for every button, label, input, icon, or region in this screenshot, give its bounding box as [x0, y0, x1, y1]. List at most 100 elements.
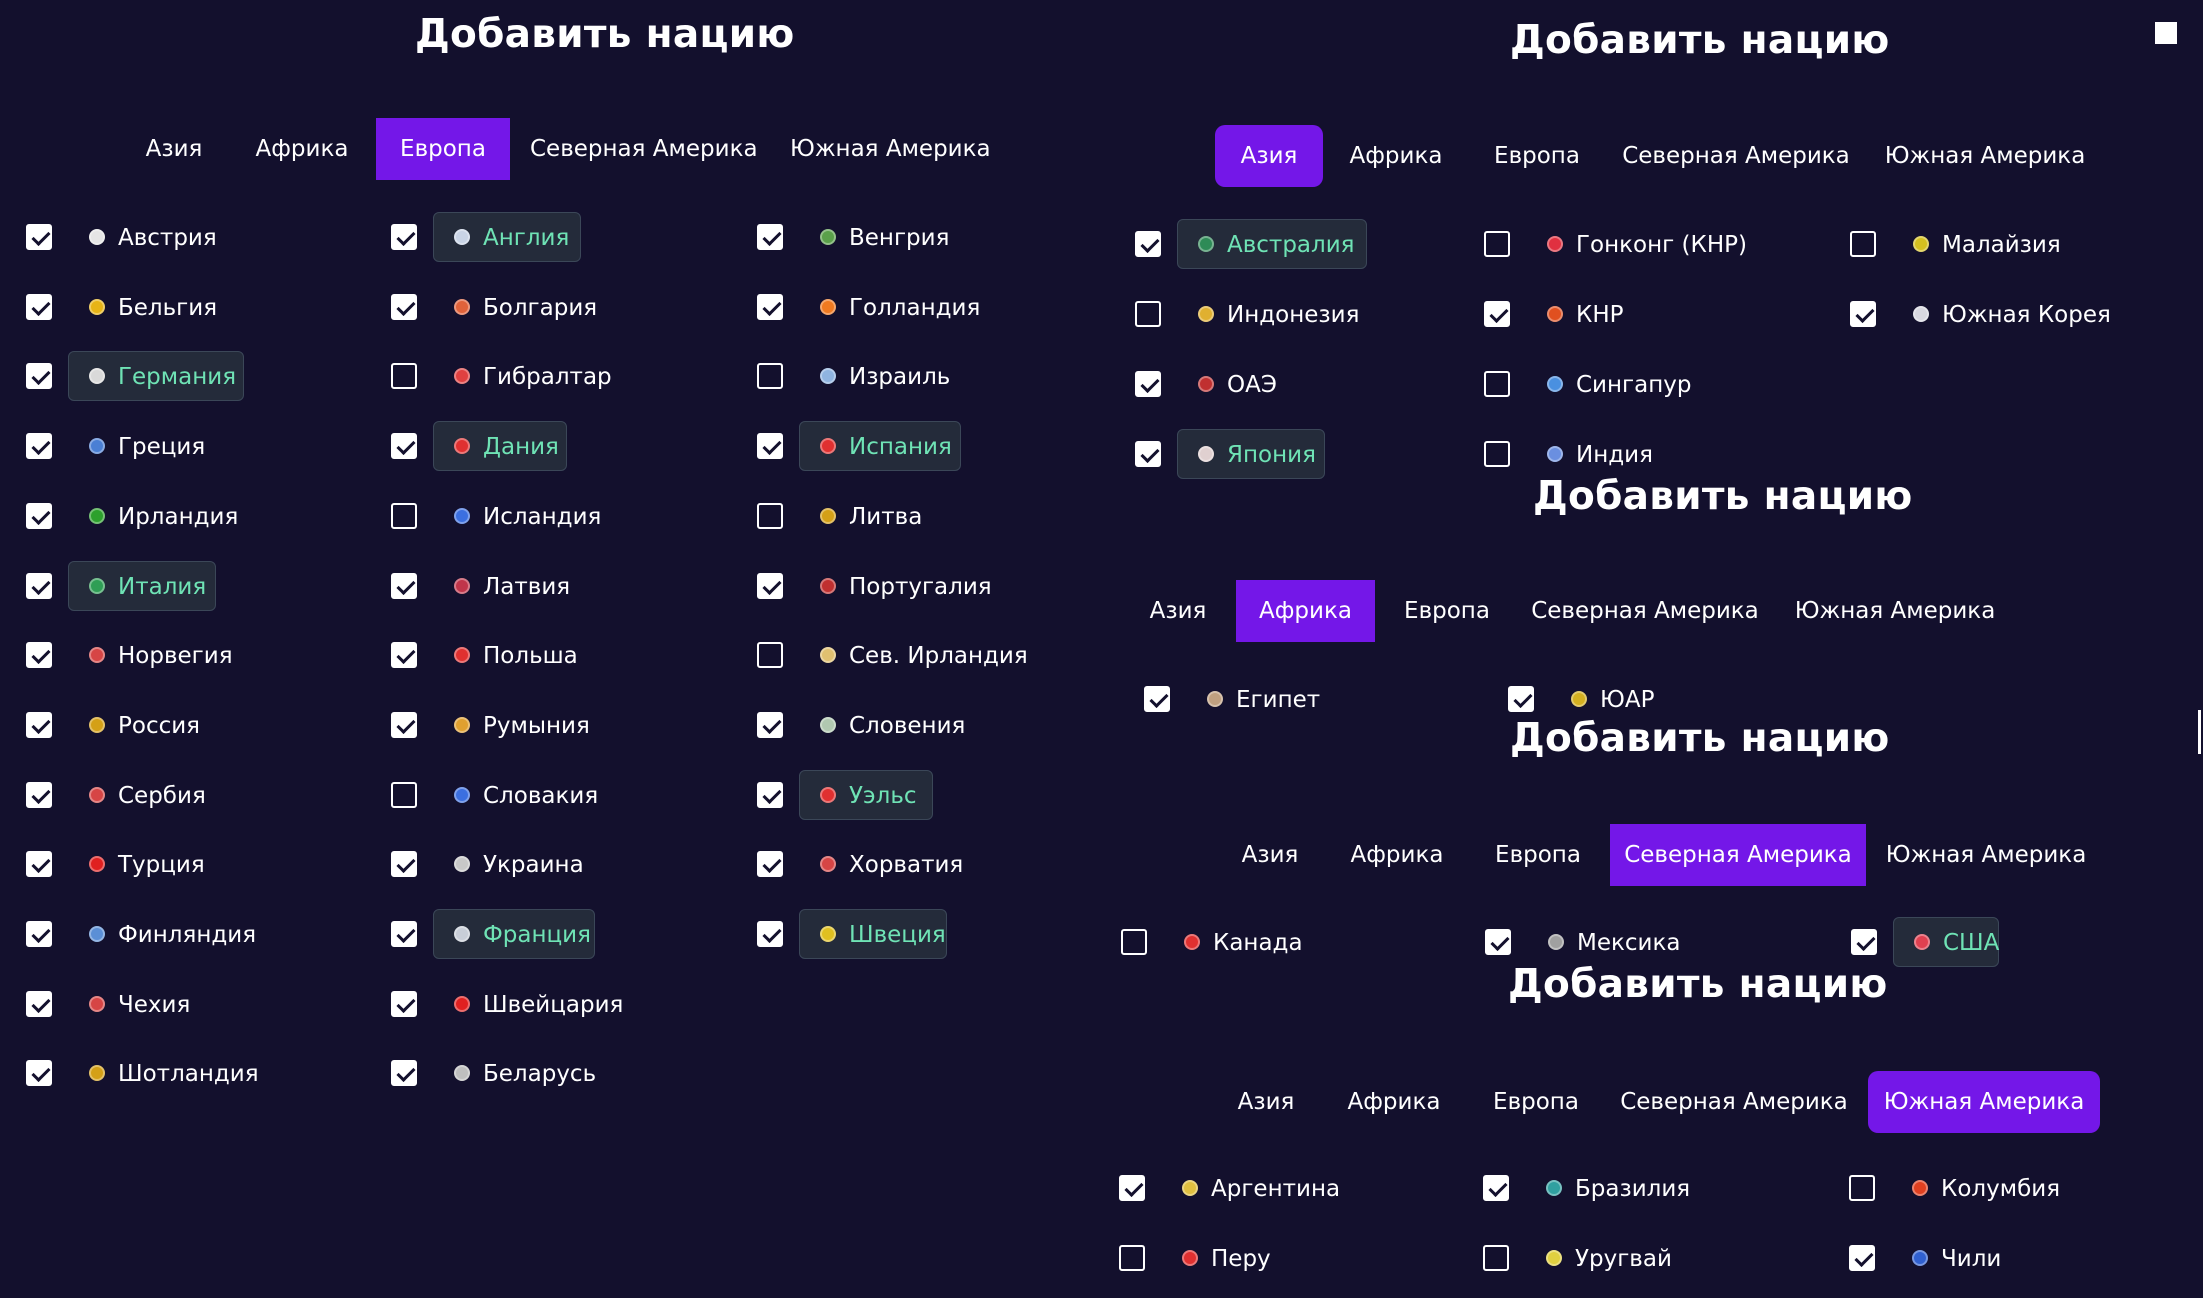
nation-item[interactable]: Индонезия — [1135, 288, 1475, 342]
nation-item[interactable]: Словакия — [391, 769, 731, 823]
nation-checkbox[interactable] — [26, 642, 52, 669]
nation-item[interactable]: Швеция — [757, 908, 1097, 962]
nation-item[interactable]: Польша — [391, 629, 731, 683]
nation-item[interactable]: Египет — [1144, 673, 1484, 727]
nation-checkbox[interactable] — [26, 363, 52, 390]
tab-africa[interactable]: Африка — [1340, 125, 1452, 187]
nation-item[interactable]: Аргентина — [1119, 1162, 1459, 1216]
nation-checkbox[interactable] — [1135, 371, 1161, 397]
nation-item[interactable]: Малайзия — [1850, 218, 2190, 272]
nation-checkbox[interactable] — [1135, 231, 1161, 257]
nation-item[interactable]: Турция — [26, 838, 366, 892]
nation-item[interactable]: Гибралтар — [391, 350, 731, 404]
nation-checkbox[interactable] — [391, 502, 417, 529]
nation-checkbox[interactable] — [1484, 441, 1510, 467]
nation-item[interactable]: Латвия — [391, 560, 731, 614]
tab-europe[interactable]: Европа — [1385, 580, 1509, 642]
nation-checkbox[interactable] — [757, 851, 783, 878]
nation-checkbox[interactable] — [391, 990, 417, 1017]
nation-item[interactable]: Дания — [391, 420, 731, 474]
nation-item[interactable]: Чили — [1849, 1232, 2189, 1286]
tab-africa[interactable]: Африка — [248, 118, 356, 180]
nation-checkbox[interactable] — [26, 1060, 52, 1087]
nation-item[interactable]: Южная Корея — [1850, 288, 2190, 342]
nation-checkbox[interactable] — [757, 224, 783, 250]
tab-asia[interactable]: Азия — [1218, 1071, 1314, 1133]
nation-checkbox[interactable] — [391, 363, 417, 390]
nation-item[interactable]: Бельгия — [26, 281, 366, 335]
nation-checkbox[interactable] — [391, 711, 417, 738]
nation-checkbox[interactable] — [391, 1060, 417, 1087]
tab-north-america[interactable]: Северная Америка — [1610, 824, 1866, 886]
nation-checkbox[interactable] — [26, 502, 52, 529]
tab-africa[interactable]: Африка — [1340, 824, 1454, 886]
nation-checkbox[interactable] — [757, 293, 783, 320]
nation-checkbox[interactable] — [1483, 1245, 1509, 1271]
nation-item[interactable]: Португалия — [757, 560, 1097, 614]
nation-item[interactable]: Румыния — [391, 699, 731, 753]
nation-item[interactable]: Голландия — [757, 281, 1097, 335]
nation-item[interactable]: Австралия — [1135, 218, 1475, 272]
nation-item[interactable]: Гонконг (КНР) — [1484, 218, 1824, 272]
nation-checkbox[interactable] — [391, 433, 417, 460]
nation-item[interactable]: Япония — [1135, 428, 1475, 482]
nation-checkbox[interactable] — [1485, 929, 1511, 955]
tab-asia[interactable]: Азия — [130, 118, 218, 180]
nation-item[interactable]: Шотландия — [26, 1047, 366, 1101]
tab-north-america[interactable]: Северная Америка — [530, 118, 758, 180]
nation-item[interactable]: Болгария — [391, 281, 731, 335]
nation-checkbox[interactable] — [26, 224, 52, 250]
nation-item[interactable]: Венгрия — [757, 211, 1097, 265]
nation-item[interactable]: Ирландия — [26, 490, 366, 544]
nation-checkbox[interactable] — [757, 642, 783, 669]
tab-europe[interactable]: Европа — [376, 118, 510, 180]
nation-item[interactable]: Испания — [757, 420, 1097, 474]
nation-item[interactable]: Уругвай — [1483, 1232, 1823, 1286]
nation-item[interactable]: КНР — [1484, 288, 1824, 342]
nation-item[interactable]: Италия — [26, 560, 366, 614]
nation-checkbox[interactable] — [1849, 1245, 1875, 1271]
tab-europe[interactable]: Европа — [1476, 824, 1600, 886]
nation-item[interactable]: Англия — [391, 211, 731, 265]
nation-checkbox[interactable] — [26, 293, 52, 320]
nation-checkbox[interactable] — [1119, 1175, 1145, 1201]
nation-item[interactable]: Чехия — [26, 978, 366, 1032]
tab-south-america[interactable]: Южная Америка — [1880, 125, 2090, 187]
nation-checkbox[interactable] — [391, 293, 417, 320]
nation-item[interactable]: Израиль — [757, 350, 1097, 404]
nation-checkbox[interactable] — [391, 572, 417, 599]
nation-item[interactable]: Исландия — [391, 490, 731, 544]
nation-checkbox[interactable] — [26, 921, 52, 947]
nation-checkbox[interactable] — [1119, 1245, 1145, 1271]
nation-item[interactable]: Канада — [1121, 916, 1461, 970]
nation-checkbox[interactable] — [391, 781, 417, 808]
nation-checkbox[interactable] — [391, 921, 417, 947]
nation-checkbox[interactable] — [1483, 1175, 1509, 1201]
nation-item[interactable]: Уэльс — [757, 769, 1097, 823]
nation-checkbox[interactable] — [1484, 301, 1510, 327]
scrollbar-marker[interactable] — [2198, 710, 2201, 754]
nation-checkbox[interactable] — [757, 502, 783, 529]
nation-checkbox[interactable] — [1850, 231, 1876, 257]
tab-africa[interactable]: Африка — [1236, 580, 1375, 642]
tab-north-america[interactable]: Северная Америка — [1622, 125, 1850, 187]
nation-item[interactable]: Сербия — [26, 769, 366, 823]
nation-checkbox[interactable] — [1484, 371, 1510, 397]
nation-checkbox[interactable] — [391, 851, 417, 878]
nation-checkbox[interactable] — [1508, 686, 1534, 712]
nation-item[interactable]: Перу — [1119, 1232, 1459, 1286]
nation-item[interactable]: Швейцария — [391, 978, 731, 1032]
nation-checkbox[interactable] — [757, 433, 783, 460]
tab-north-america[interactable]: Северная Америка — [1620, 1071, 1848, 1133]
tab-europe[interactable]: Европа — [1474, 1071, 1598, 1133]
nation-item[interactable]: Бразилия — [1483, 1162, 1823, 1216]
nation-checkbox[interactable] — [26, 572, 52, 599]
nation-checkbox[interactable] — [1484, 231, 1510, 257]
tab-south-america[interactable]: Южная Америка — [1868, 1071, 2100, 1133]
nation-item[interactable]: Украина — [391, 838, 731, 892]
tab-asia[interactable]: Азия — [1130, 580, 1226, 642]
nation-item[interactable]: Австрия — [26, 211, 366, 265]
nation-item[interactable]: Россия — [26, 699, 366, 753]
nation-checkbox[interactable] — [1121, 929, 1147, 955]
nation-checkbox[interactable] — [26, 781, 52, 808]
